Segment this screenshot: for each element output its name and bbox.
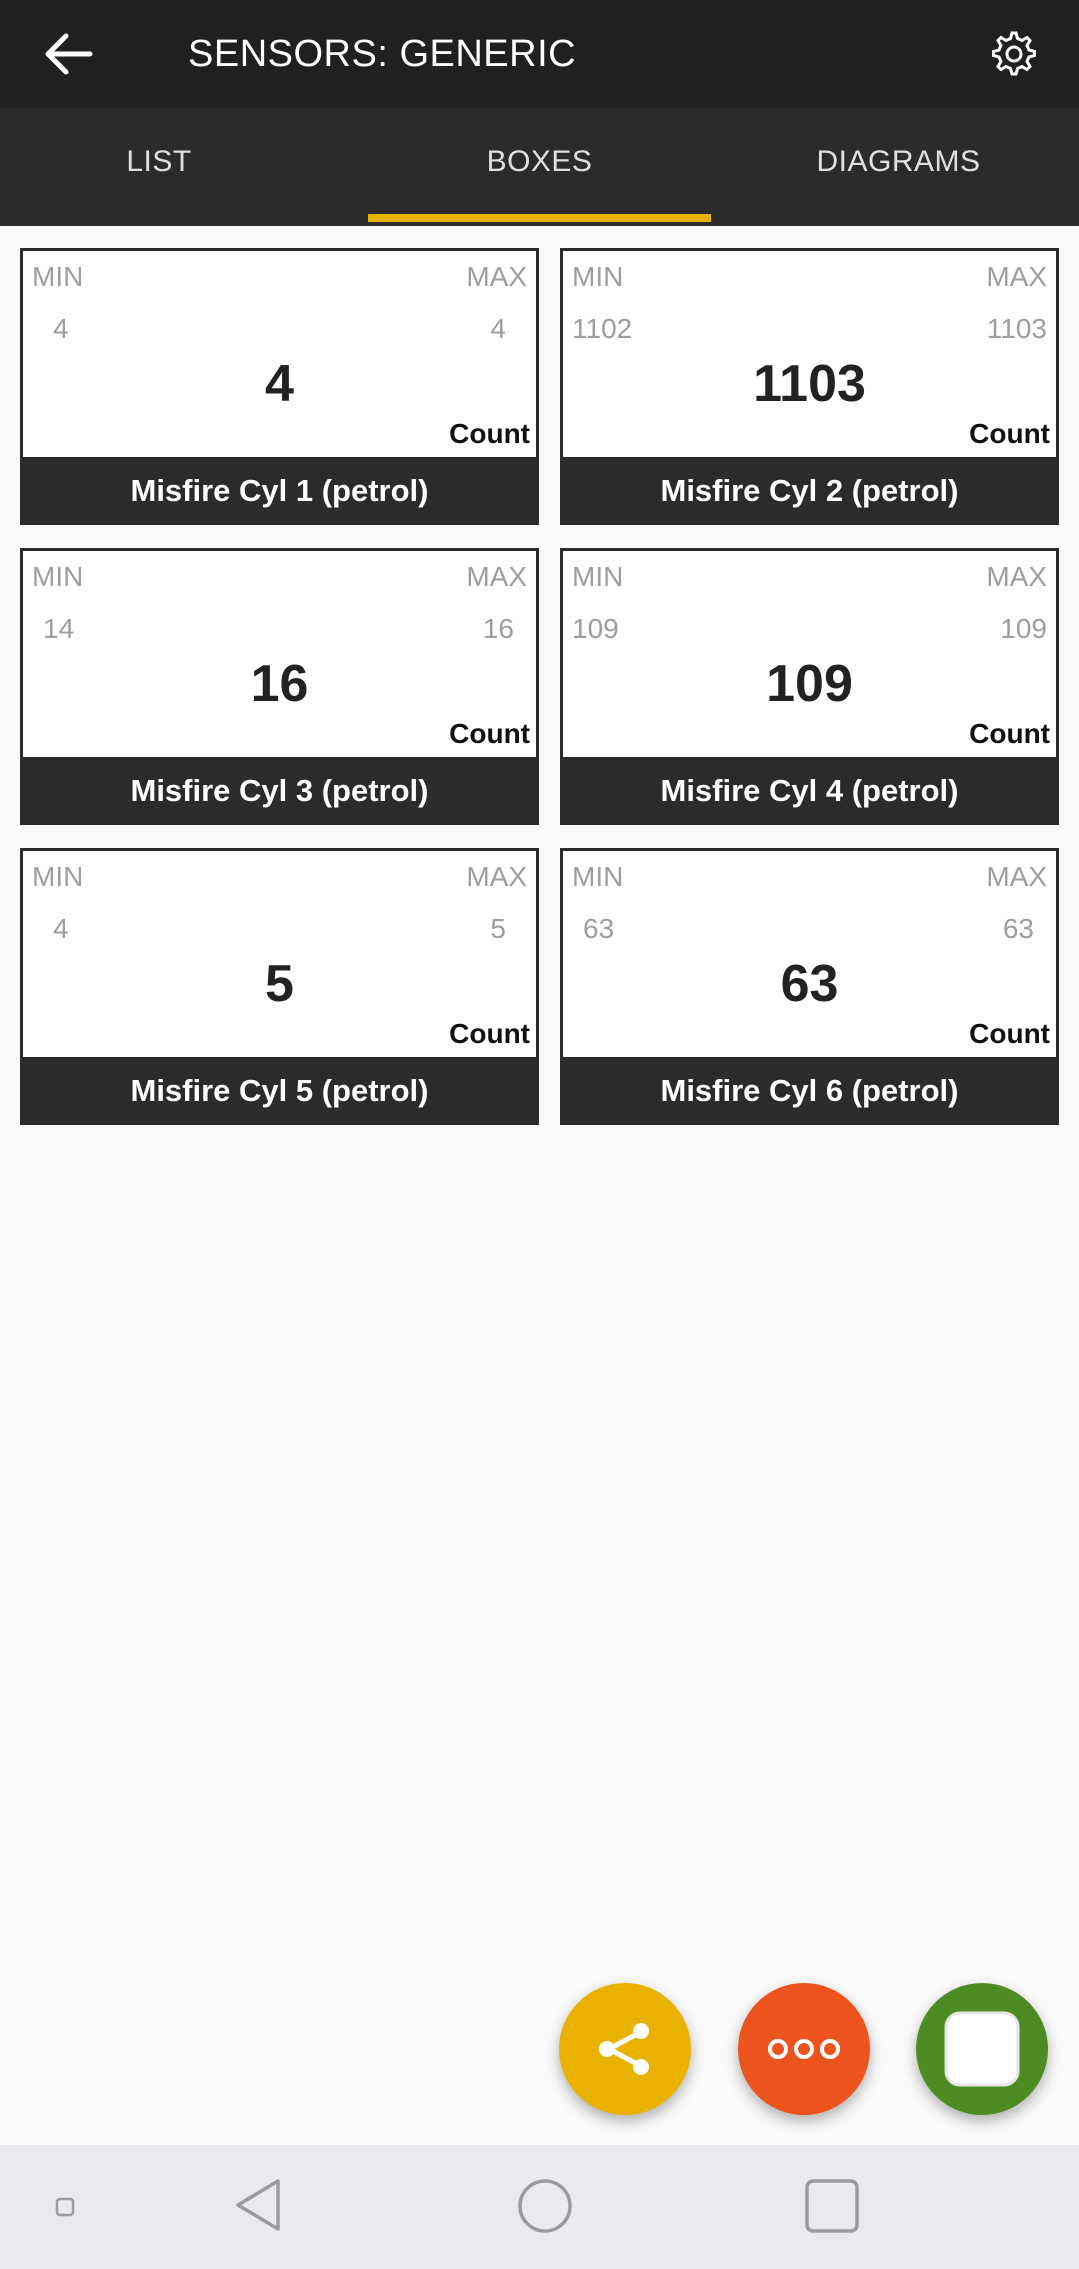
sensor-box-6[interactable]: MIN MAX 63 63 63 Count Misfire Cyl 6 (pe…	[560, 848, 1059, 1125]
app-bar: SENSORS: GENERIC	[0, 0, 1079, 108]
active-tab-indicator	[368, 214, 711, 222]
max-label: MAX	[466, 561, 527, 592]
min-label: MIN	[572, 861, 624, 892]
sensor-box-5[interactable]: MIN MAX 4 5 5 Count Misfire Cyl 5 (petro…	[20, 848, 539, 1125]
max-value: 63	[1002, 913, 1034, 944]
min-value: 14	[43, 613, 75, 644]
stop-square-icon	[944, 2011, 1020, 2087]
max-label: MAX	[986, 861, 1047, 892]
more-dots-icon	[768, 2039, 840, 2059]
unit-label: Count	[449, 718, 530, 749]
nav-back-icon[interactable]	[228, 2175, 288, 2240]
current-value: 16	[250, 655, 309, 713]
share-icon	[599, 2023, 649, 2075]
sensor-box-4[interactable]: MIN MAX 109 109 109 Count Misfire Cyl 4 …	[560, 548, 1059, 825]
sensor-name: Misfire Cyl 2 (petrol)	[560, 457, 1059, 525]
sensor-name: Misfire Cyl 3 (petrol)	[20, 757, 539, 825]
sensor-name: Misfire Cyl 6 (petrol)	[560, 1057, 1059, 1125]
current-value: 109	[766, 655, 853, 713]
min-value: 4	[53, 313, 69, 344]
max-value: 16	[482, 613, 514, 644]
max-label: MAX	[986, 561, 1047, 592]
unit-label: Count	[969, 1018, 1050, 1049]
tab-boxes[interactable]: BOXES	[368, 108, 711, 226]
max-value: 5	[490, 913, 506, 944]
share-button[interactable]	[559, 1983, 691, 2115]
tab-list[interactable]: LIST	[0, 108, 318, 226]
sensor-box-3[interactable]: MIN MAX 14 16 16 Count Misfire Cyl 3 (pe…	[20, 548, 539, 825]
sensor-box-2[interactable]: MIN MAX 1102 1103 1103 Count Misfire Cyl…	[560, 248, 1059, 525]
unit-label: Count	[449, 418, 530, 449]
tab-diagrams[interactable]: DIAGRAMS	[740, 108, 1057, 226]
tab-bar: LIST BOXES DIAGRAMS	[0, 108, 1079, 226]
arrow-left-icon[interactable]	[40, 30, 100, 78]
current-value: 4	[265, 355, 294, 413]
max-label: MAX	[986, 261, 1047, 292]
sensor-name: Misfire Cyl 1 (petrol)	[20, 457, 539, 525]
sensor-name: Misfire Cyl 5 (petrol)	[20, 1057, 539, 1125]
current-value: 1103	[753, 355, 866, 413]
unit-label: Count	[969, 418, 1050, 449]
min-value: 109	[572, 613, 619, 644]
min-value: 1102	[572, 313, 633, 344]
min-label: MIN	[32, 561, 84, 592]
system-nav-bar	[0, 2145, 1079, 2269]
sensor-box-1[interactable]: MIN MAX 4 4 4 Count Misfire Cyl 1 (petro…	[20, 248, 539, 525]
min-label: MIN	[32, 261, 84, 292]
more-options-button[interactable]	[738, 1983, 870, 2115]
page-title: SENSORS: GENERIC	[188, 33, 577, 75]
min-value: 4	[53, 913, 69, 944]
max-label: MAX	[466, 261, 527, 292]
nav-recents-icon[interactable]	[804, 2178, 860, 2239]
min-label: MIN	[572, 261, 624, 292]
current-value: 63	[780, 955, 839, 1013]
max-label: MAX	[466, 861, 527, 892]
stop-button[interactable]	[916, 1983, 1048, 2115]
current-value: 5	[265, 955, 294, 1013]
unit-label: Count	[449, 1018, 530, 1049]
max-value: 1103	[986, 313, 1047, 344]
max-value: 4	[490, 313, 506, 344]
nav-home-icon[interactable]	[516, 2177, 574, 2240]
gear-icon[interactable]	[988, 28, 1040, 80]
min-label: MIN	[32, 861, 84, 892]
unit-label: Count	[969, 718, 1050, 749]
sensor-name: Misfire Cyl 4 (petrol)	[560, 757, 1059, 825]
min-label: MIN	[572, 561, 624, 592]
hide-bar-icon[interactable]	[55, 2197, 75, 2222]
min-value: 63	[583, 913, 615, 944]
max-value: 109	[1000, 613, 1047, 644]
